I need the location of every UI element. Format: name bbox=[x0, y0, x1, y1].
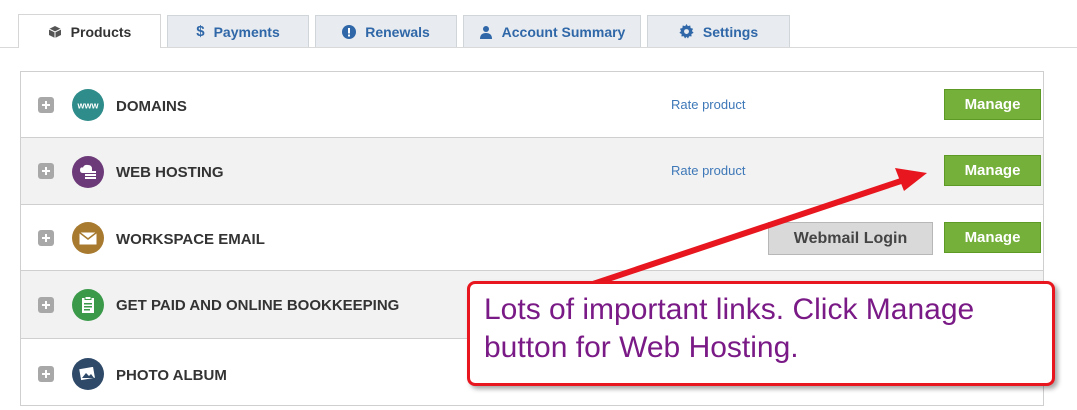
tab-products[interactable]: Products bbox=[18, 14, 161, 48]
photo-icon bbox=[72, 358, 104, 390]
tab-settings[interactable]: Settings bbox=[647, 15, 790, 47]
product-name: GET PAID AND ONLINE BOOKKEEPING bbox=[116, 297, 400, 314]
webmail-login-button[interactable]: Webmail Login bbox=[768, 222, 933, 255]
tab-bar-divider bbox=[0, 47, 1077, 48]
envelope-icon bbox=[72, 222, 104, 254]
tab-label: Settings bbox=[702, 23, 759, 40]
clipboard-icon bbox=[72, 289, 104, 321]
tab-label: Account Summary bbox=[501, 23, 626, 40]
annotation-text: Lots of important links. Click Manage bu… bbox=[484, 293, 975, 364]
expand-icon[interactable] bbox=[38, 366, 54, 382]
product-name: PHOTO ALBUM bbox=[116, 367, 227, 384]
tab-payments[interactable]: $ Payments bbox=[167, 15, 309, 47]
product-name: WORKSPACE EMAIL bbox=[116, 231, 265, 248]
hosting-icon bbox=[72, 156, 104, 188]
dollar-icon: $ bbox=[196, 23, 205, 40]
tab-bar: Products $ Payments Renewals Account Sum… bbox=[0, 0, 1077, 48]
alert-icon bbox=[342, 24, 357, 39]
tab-label: Products bbox=[70, 23, 132, 40]
expand-icon[interactable] bbox=[38, 297, 54, 313]
tab-label: Payments bbox=[213, 23, 280, 40]
expand-icon[interactable] bbox=[38, 230, 54, 246]
person-icon bbox=[479, 25, 493, 39]
tab-renewals[interactable]: Renewals bbox=[315, 15, 457, 47]
product-row-web-hosting: WEB HOSTING Rate product Manage bbox=[21, 138, 1043, 205]
product-row-workspace-email: WORKSPACE EMAIL Webmail Login Manage bbox=[21, 205, 1043, 271]
manage-button-domains[interactable]: Manage bbox=[944, 89, 1041, 120]
tab-account-summary[interactable]: Account Summary bbox=[463, 15, 641, 47]
manage-button-workspace-email[interactable]: Manage bbox=[944, 222, 1041, 253]
cube-icon bbox=[48, 25, 62, 39]
gear-icon bbox=[679, 24, 694, 39]
product-name: WEB HOSTING bbox=[116, 164, 224, 181]
manage-button-web-hosting[interactable]: Manage bbox=[944, 155, 1041, 186]
expand-icon[interactable] bbox=[38, 163, 54, 179]
rate-product-link[interactable]: Rate product bbox=[671, 163, 745, 178]
product-name: DOMAINS bbox=[116, 98, 187, 115]
svg-text:www: www bbox=[76, 101, 99, 111]
rate-product-link[interactable]: Rate product bbox=[671, 97, 745, 112]
www-icon: www bbox=[72, 89, 104, 121]
product-row-domains: www DOMAINS Rate product Manage bbox=[21, 72, 1043, 138]
annotation-callout: Lots of important links. Click Manage bu… bbox=[467, 281, 1055, 386]
tab-label: Renewals bbox=[365, 23, 430, 40]
expand-icon[interactable] bbox=[38, 97, 54, 113]
